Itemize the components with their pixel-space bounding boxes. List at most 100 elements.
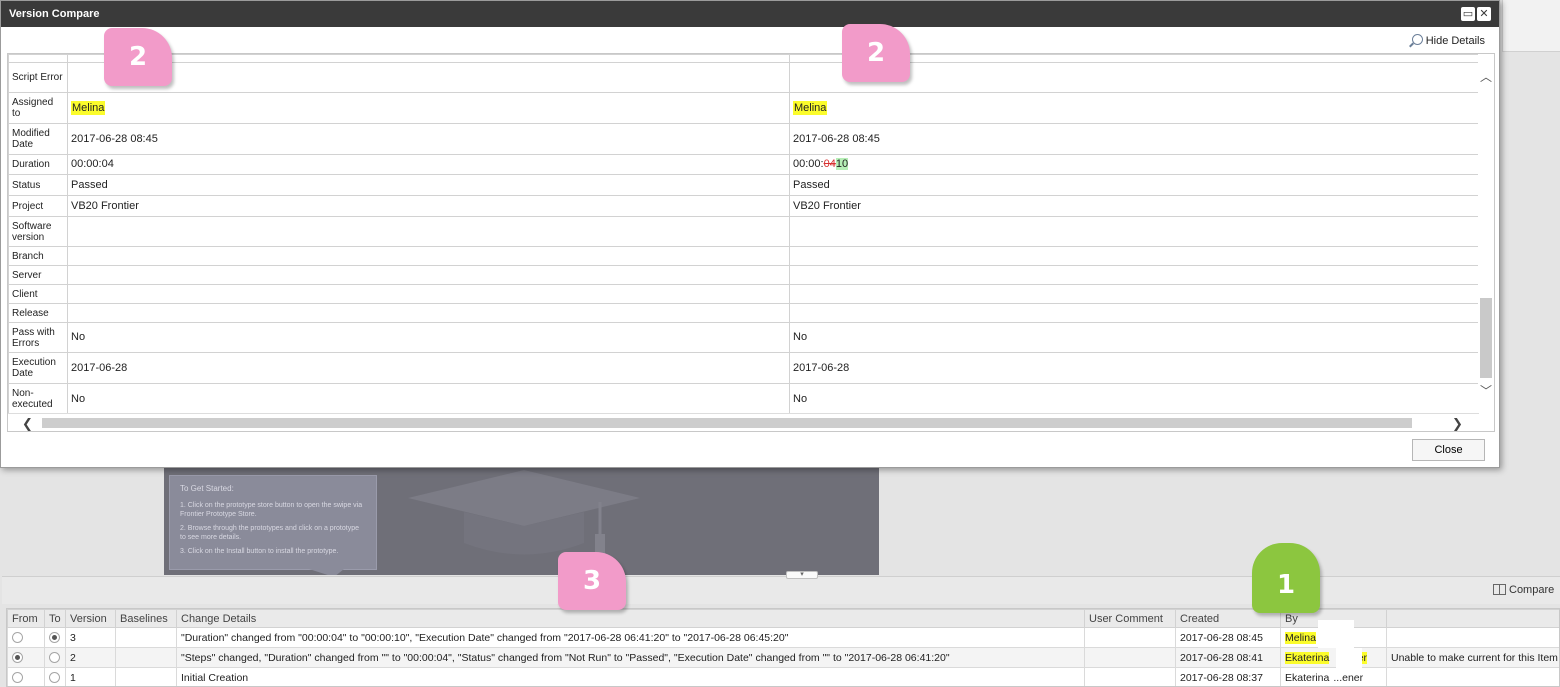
baselines-cell bbox=[115, 667, 177, 686]
vertical-scrollbar[interactable]: ︿ ﹀ bbox=[1478, 54, 1494, 414]
scroll-thumb[interactable] bbox=[1480, 298, 1492, 378]
chevron-right-icon[interactable]: ❯ bbox=[1452, 416, 1463, 431]
from-radio[interactable] bbox=[12, 652, 23, 664]
background-panel bbox=[1502, 0, 1560, 52]
compare-icon bbox=[1493, 584, 1506, 595]
compare-grid: Script Error Assigned to Melina Melina M… bbox=[7, 53, 1495, 432]
close-button[interactable]: Close bbox=[1412, 439, 1485, 461]
scroll-thumb[interactable] bbox=[42, 418, 1412, 428]
column-header-from[interactable]: From bbox=[7, 609, 45, 628]
version-b-value: 00:00:0410 bbox=[789, 154, 1479, 175]
version-b-value bbox=[789, 303, 1479, 323]
field-label: Status bbox=[8, 174, 68, 196]
column-header-extra bbox=[1386, 609, 1559, 628]
column-header-change-details[interactable]: Change Details bbox=[176, 609, 1085, 628]
compare-row: Software version bbox=[8, 216, 1479, 247]
column-header-version[interactable]: Version bbox=[65, 609, 116, 628]
change-details-cell: "Duration" changed from "00:00:04" to "0… bbox=[176, 627, 1085, 648]
version-compare-dialog: Version Compare ▭ ✕ Hide Details Script … bbox=[0, 0, 1500, 468]
chevron-left-icon[interactable]: ❮ bbox=[22, 416, 33, 431]
version-cell: 2 bbox=[65, 647, 116, 668]
column-header-baselines[interactable]: Baselines bbox=[115, 609, 177, 628]
user-comment-cell bbox=[1084, 627, 1176, 648]
dialog-titlebar[interactable]: Version Compare ▭ ✕ bbox=[1, 1, 1499, 27]
compare-label: Compare bbox=[1509, 584, 1555, 596]
field-label: Script Error bbox=[8, 62, 68, 93]
to-radio[interactable] bbox=[49, 632, 60, 644]
redaction-mask bbox=[1318, 620, 1354, 648]
note-cell bbox=[1386, 627, 1559, 648]
by-cell-suffix: ...ener bbox=[1333, 671, 1364, 684]
field-label: Client bbox=[8, 284, 68, 304]
compare-row: Status Passed Passed bbox=[8, 174, 1479, 196]
by-cell: Ekaterina bbox=[1285, 671, 1330, 684]
history-row[interactable]: 1 Initial Creation 2017-06-28 08:37 Ekat… bbox=[7, 667, 1559, 686]
panel-splitter[interactable]: ▾ bbox=[786, 571, 818, 579]
baselines-cell bbox=[115, 647, 177, 668]
version-b-value: No bbox=[789, 383, 1479, 415]
column-header-user-comment[interactable]: User Comment bbox=[1084, 609, 1176, 628]
version-a-value: Passed bbox=[67, 174, 790, 196]
version-b-value bbox=[789, 216, 1479, 247]
get-started-image: To Get Started: 1. Click on the prototyp… bbox=[164, 468, 879, 575]
compare-row: Duration 00:00:04 00:00:0410 bbox=[8, 154, 1479, 175]
version-b-value: Passed bbox=[789, 174, 1479, 196]
column-header-to[interactable]: To bbox=[44, 609, 66, 628]
version-a-value bbox=[67, 265, 790, 285]
by-cell: Melina bbox=[1285, 631, 1316, 644]
version-b-value bbox=[789, 246, 1479, 266]
created-cell: 2017-06-28 08:37 bbox=[1175, 667, 1281, 686]
history-row[interactable]: 2 "Steps" changed, "Duration" changed fr… bbox=[7, 647, 1559, 668]
to-radio[interactable] bbox=[49, 652, 60, 664]
hide-details-button[interactable]: Hide Details bbox=[1411, 34, 1485, 47]
version-a-value bbox=[67, 62, 790, 93]
annotation-marker: 2 bbox=[104, 28, 172, 86]
chevron-down-icon[interactable]: ﹀ bbox=[1480, 382, 1492, 399]
maximize-icon[interactable]: ▭ bbox=[1461, 7, 1475, 21]
note-cell bbox=[1386, 667, 1559, 686]
baselines-cell bbox=[115, 627, 177, 648]
version-b-value bbox=[789, 265, 1479, 285]
close-icon[interactable]: ✕ bbox=[1477, 7, 1491, 21]
change-details-cell: Initial Creation bbox=[176, 667, 1085, 686]
version-b-value: No bbox=[789, 322, 1479, 353]
version-cell: 1 bbox=[65, 667, 116, 686]
version-a-value bbox=[67, 284, 790, 304]
to-radio[interactable] bbox=[49, 672, 60, 684]
redaction-mask bbox=[1336, 648, 1362, 672]
horizontal-scrollbar[interactable]: ❮ ❯ bbox=[8, 413, 1479, 431]
version-a-value: Melina bbox=[71, 100, 106, 115]
by-cell: Ekaterina bbox=[1285, 651, 1330, 664]
change-details-cell: "Steps" changed, "Duration" changed from… bbox=[176, 647, 1085, 668]
field-label: Non-executed bbox=[8, 383, 68, 415]
callout-pointer bbox=[309, 569, 344, 575]
field-label: Pass with Errors bbox=[8, 322, 68, 353]
version-b-value: 2017-06-28 bbox=[789, 352, 1479, 384]
from-radio[interactable] bbox=[12, 672, 23, 684]
compare-row: Release bbox=[8, 303, 1479, 323]
diff-unchanged: 00:00: bbox=[793, 158, 824, 170]
field-label: Assigned to bbox=[8, 92, 68, 124]
created-cell: 2017-06-28 08:41 bbox=[1175, 647, 1281, 668]
version-b-value bbox=[789, 284, 1479, 304]
compare-row: Branch bbox=[8, 246, 1479, 266]
version-cell: 3 bbox=[65, 627, 116, 648]
version-a-value bbox=[67, 303, 790, 323]
hide-details-label: Hide Details bbox=[1425, 35, 1485, 47]
compare-row: Client bbox=[8, 284, 1479, 304]
version-a-value: No bbox=[67, 322, 790, 353]
compare-button[interactable]: Compare bbox=[1493, 584, 1554, 596]
compare-row: Script Error bbox=[8, 62, 1479, 93]
field-label: Duration bbox=[8, 154, 68, 175]
version-a-value bbox=[67, 246, 790, 266]
annotation-marker: 3 bbox=[558, 552, 626, 610]
field-label: Software version bbox=[8, 216, 68, 247]
field-label: Branch bbox=[8, 246, 68, 266]
compare-row: Project VB20 Frontier VB20 Frontier bbox=[8, 195, 1479, 217]
from-radio[interactable] bbox=[12, 632, 23, 644]
compare-row: Execution Date 2017-06-28 2017-06-28 bbox=[8, 352, 1479, 384]
user-comment-cell bbox=[1084, 667, 1176, 686]
get-started-step: 2. Browse through the prototypes and cli… bbox=[180, 524, 359, 542]
chevron-up-icon[interactable]: ︿ bbox=[1480, 68, 1492, 85]
history-toolbar bbox=[2, 576, 1560, 604]
